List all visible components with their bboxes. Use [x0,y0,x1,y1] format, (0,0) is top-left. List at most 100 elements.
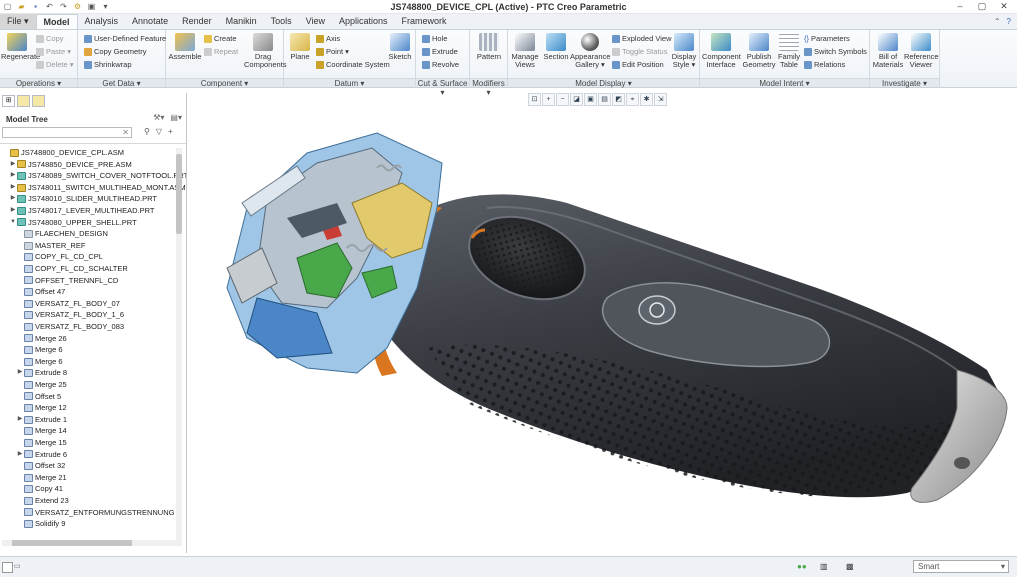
expand-toggle-icon[interactable]: ▼ [9,217,17,229]
publish-geometry-button[interactable]: Publish Geometry [742,33,776,69]
tab-render[interactable]: Render [175,14,219,29]
tree-item[interactable]: COPY_FL_CD_CPL [16,251,103,263]
group-label-datum[interactable]: Datum ▾ [284,78,415,88]
axis-button[interactable]: Axis [316,34,340,44]
family-table-button[interactable]: Family Table [776,33,802,69]
manage-views-button[interactable]: Manage Views [510,33,540,69]
tree-item[interactable]: Solidify 9 [16,518,65,530]
tree-item[interactable]: Merge 26 [16,333,67,345]
tree-item[interactable]: ▶ Extrude 1 [16,414,67,426]
tab-tools[interactable]: Tools [264,14,299,29]
graphics-window[interactable] [187,108,1017,554]
tab-framework[interactable]: Framework [395,14,454,29]
group-label-investigate[interactable]: Investigate ▾ [870,78,939,88]
tree-item[interactable]: ▶ Extrude 8 [16,367,67,379]
minimize-ribbon-icon[interactable]: ⌃ [994,17,1001,26]
expand-toggle-icon[interactable]: ▶ [9,193,17,205]
tab-analysis[interactable]: Analysis [78,14,126,29]
saved-views-icon[interactable]: ▤ [598,93,611,106]
plane-button[interactable]: Plane [286,33,314,61]
tree-item[interactable]: OFFSET_TRENNFL_CD [16,275,118,287]
tree-item[interactable]: Merge 12 [16,402,67,414]
tree-item[interactable]: Copy 41 [16,483,63,495]
tree-item[interactable]: COPY_FL_CD_SCHALTER [16,263,128,275]
model-tree-tab-icon[interactable]: ⊞ [2,95,15,107]
tab-applications[interactable]: Applications [332,14,395,29]
expand-toggle-icon[interactable]: ▶ [16,449,24,461]
group-label-cut-surface[interactable]: Cut & Surface ▾ [416,78,469,97]
tree-item[interactable]: ▶ Extrude 6 [16,449,67,461]
display-style-toolbar-icon[interactable]: ▣ [584,93,597,106]
add-column-icon[interactable]: + [168,127,173,136]
group-label-component[interactable]: Component ▾ [166,78,283,88]
tab-manikin[interactable]: Manikin [219,14,264,29]
group-label-model-intent[interactable]: Model Intent ▾ [700,78,869,88]
assemble-button[interactable]: Assemble [168,33,202,61]
tab-annotate[interactable]: Annotate [125,14,175,29]
tree-item[interactable]: VERSATZ_FL_BODY_083 [16,321,124,333]
tab-view[interactable]: View [299,14,332,29]
point-button[interactable]: Point ▾ [316,47,349,57]
extrude-button[interactable]: Extrude [422,47,458,57]
expand-toggle-icon[interactable]: ▶ [9,182,17,194]
tree-item[interactable]: ▶ JS748017_LEVER_MULTIHEAD.PRT [9,205,155,217]
csys-button[interactable]: Coordinate System [316,60,390,70]
tree-item[interactable]: Merge 6 [16,344,63,356]
tab-file[interactable]: File ▾ [0,14,36,29]
close-window-button[interactable]: ✕ [993,0,1015,13]
hole-button[interactable]: Hole [422,34,447,44]
group-label-get-data[interactable]: Get Data ▾ [78,78,165,88]
expand-toggle-icon[interactable]: ▶ [16,414,24,426]
expand-toggle-icon[interactable]: ▶ [16,367,24,379]
display-style-button[interactable]: Display Style ▾ [670,33,698,69]
copy-button[interactable]: Copy [36,34,64,44]
tree-item[interactable]: Merge 21 [16,472,67,484]
tree-item[interactable]: ▶ JS748010_SLIDER_MULTIHEAD.PRT [9,193,157,205]
tree-item[interactable]: ▶ JS748089_SWITCH_COVER_NOTFTOOL.PRT [9,170,186,182]
model-tree-horizontal-scrollbar[interactable] [2,540,182,546]
tree-item[interactable]: JS748800_DEVICE_CPL.ASM [2,147,124,159]
tree-item[interactable]: ▶ JS748011_SWITCH_MULTIHEAD_MONT.ASM [9,182,186,194]
tree-show-icon[interactable]: ▤▾ [170,113,182,122]
filter-icon[interactable]: ▽ [156,127,162,136]
relations-button[interactable]: Relations [804,60,845,70]
expand-toggle-icon[interactable]: ▶ [9,159,17,171]
paste-button[interactable]: Paste ▾ [36,47,71,57]
maximize-button[interactable]: ▢ [971,0,993,13]
find-icon[interactable]: ⚲ [144,127,150,136]
tree-item[interactable]: VERSATZ_FL_BODY_07 [16,298,120,310]
tree-item[interactable]: Extend 23 [16,495,69,507]
toggle-status-button[interactable]: Toggle Status [612,47,667,57]
component-interface-button[interactable]: Component Interface [702,33,741,69]
perspective-icon[interactable]: ◩ [612,93,625,106]
favorites-icon[interactable] [32,95,45,107]
expand-toggle-icon[interactable]: ▶ [9,170,17,182]
revolve-button[interactable]: Revolve [422,60,459,70]
udf-button[interactable]: User-Defined Feature [84,34,166,44]
tree-item[interactable]: VERSATZ_ENTFORMUNGSTRENNUNG [16,507,174,519]
shrinkwrap-button[interactable]: Shrinkwrap [84,60,132,70]
tab-model[interactable]: Model [35,14,78,29]
selection-status-icon[interactable]: ▩ [846,560,854,574]
sketch-button[interactable]: Sketch [386,33,414,61]
toggle-browser-icon[interactable]: ▭ [14,560,21,574]
tree-item[interactable]: Merge 25 [16,379,67,391]
group-label-model-display[interactable]: Model Display ▾ [508,78,699,88]
tree-item[interactable]: VERSATZ_FL_BODY_1_6 [16,309,124,321]
group-label-operations[interactable]: Operations ▾ [0,78,77,88]
exploded-view-button[interactable]: Exploded View [612,34,671,44]
tree-item[interactable]: Merge 6 [16,356,63,368]
repeat-button[interactable]: Repeat [204,47,238,57]
tree-item[interactable]: Offset 47 [16,286,65,298]
tree-item[interactable]: FLAECHEN_DESIGN [16,228,108,240]
section-button[interactable]: Section [542,33,570,61]
bill-of-materials-button[interactable]: Bill of Materials [872,33,904,69]
tree-settings-icon[interactable]: ⚒▾ [153,113,164,122]
copy-geometry-button[interactable]: Copy Geometry [84,47,147,57]
tree-item[interactable]: ▼ JS748080_UPPER_SHELL.PRT [9,217,137,229]
regenerate-status-icon[interactable]: ▥ [820,560,828,574]
regeneration-status-icon[interactable]: ●● [797,560,807,574]
create-button[interactable]: Create [204,34,237,44]
zoom-out-icon[interactable]: − [556,93,569,106]
scroll-thumb[interactable] [176,154,182,234]
